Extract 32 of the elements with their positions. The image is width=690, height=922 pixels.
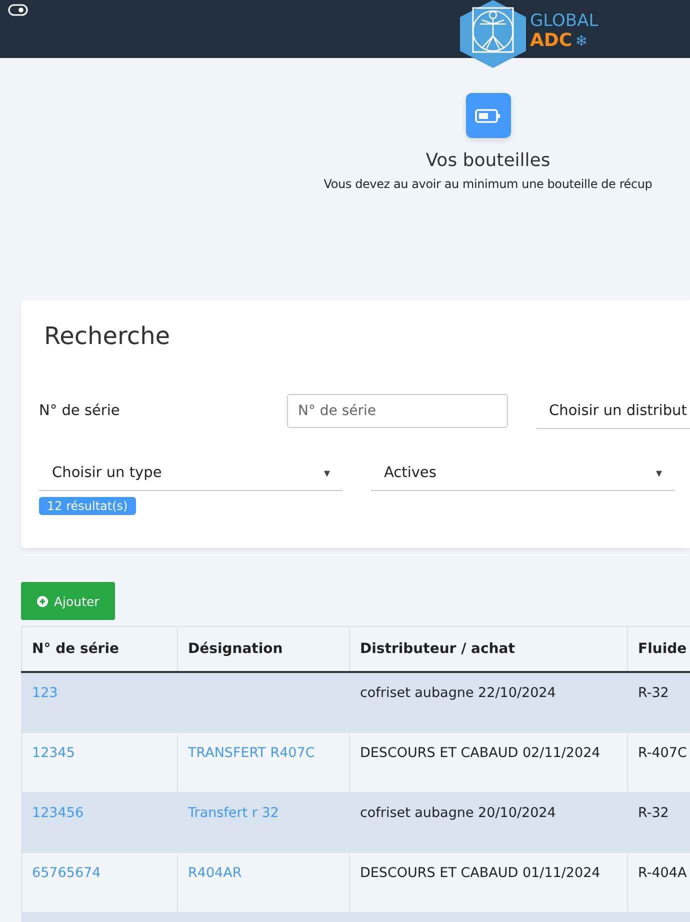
type-select[interactable]: Choisir un type ▾ xyxy=(39,455,343,491)
page-title: Vos bouteilles xyxy=(426,150,550,171)
toggle-icon[interactable] xyxy=(8,4,28,16)
designation-link[interactable]: TRANSFERT R407C xyxy=(188,744,315,760)
designation-link[interactable]: R404AR xyxy=(188,864,242,880)
table-cell: R-32 xyxy=(638,685,669,701)
serial-link[interactable]: 12345 xyxy=(32,744,75,760)
distributor-select[interactable]: Choisir un distribut xyxy=(536,393,690,429)
result-count-badge: 12 résultat(s) xyxy=(39,497,136,515)
table-cell: cofriset aubagne 22/10/2024 xyxy=(360,685,556,701)
logo-text: ADC xyxy=(530,31,572,51)
table-cell: R-404A xyxy=(638,864,687,880)
table-cell: R-407C xyxy=(638,744,687,760)
snowflake-icon: ❄ xyxy=(575,31,588,51)
status-select[interactable]: Actives ▾ xyxy=(371,455,675,491)
page-subtitle: Vous devez au avoir au minimum une bouteille de récup xyxy=(324,177,652,191)
card-title: Recherche xyxy=(44,322,172,350)
plus-circle-icon xyxy=(37,596,48,606)
serial-link[interactable]: 123 xyxy=(32,685,58,701)
table-cell: DESCOURS ET CABAUD 01/11/2024 xyxy=(360,864,600,880)
serial-input-field[interactable]: N° de série xyxy=(287,394,508,428)
add-button[interactable]: Ajouter xyxy=(21,582,116,620)
logo-figure-icon xyxy=(460,0,526,68)
serial-link[interactable]: 123456 xyxy=(32,804,84,820)
table-cell: R-32 xyxy=(638,804,669,820)
designation-link[interactable]: Transfert r 32 xyxy=(188,804,279,820)
table-cell: cofriset aubagne 20/10/2024 xyxy=(360,804,556,820)
field-label: N° de série xyxy=(39,403,121,419)
battery-tile-icon xyxy=(466,93,510,138)
table-cell: DESCOURS ET CABAUD 02/11/2024 xyxy=(360,744,600,760)
logo-text: GLOBAL xyxy=(530,11,598,31)
serial-link[interactable]: 65765674 xyxy=(32,864,101,880)
